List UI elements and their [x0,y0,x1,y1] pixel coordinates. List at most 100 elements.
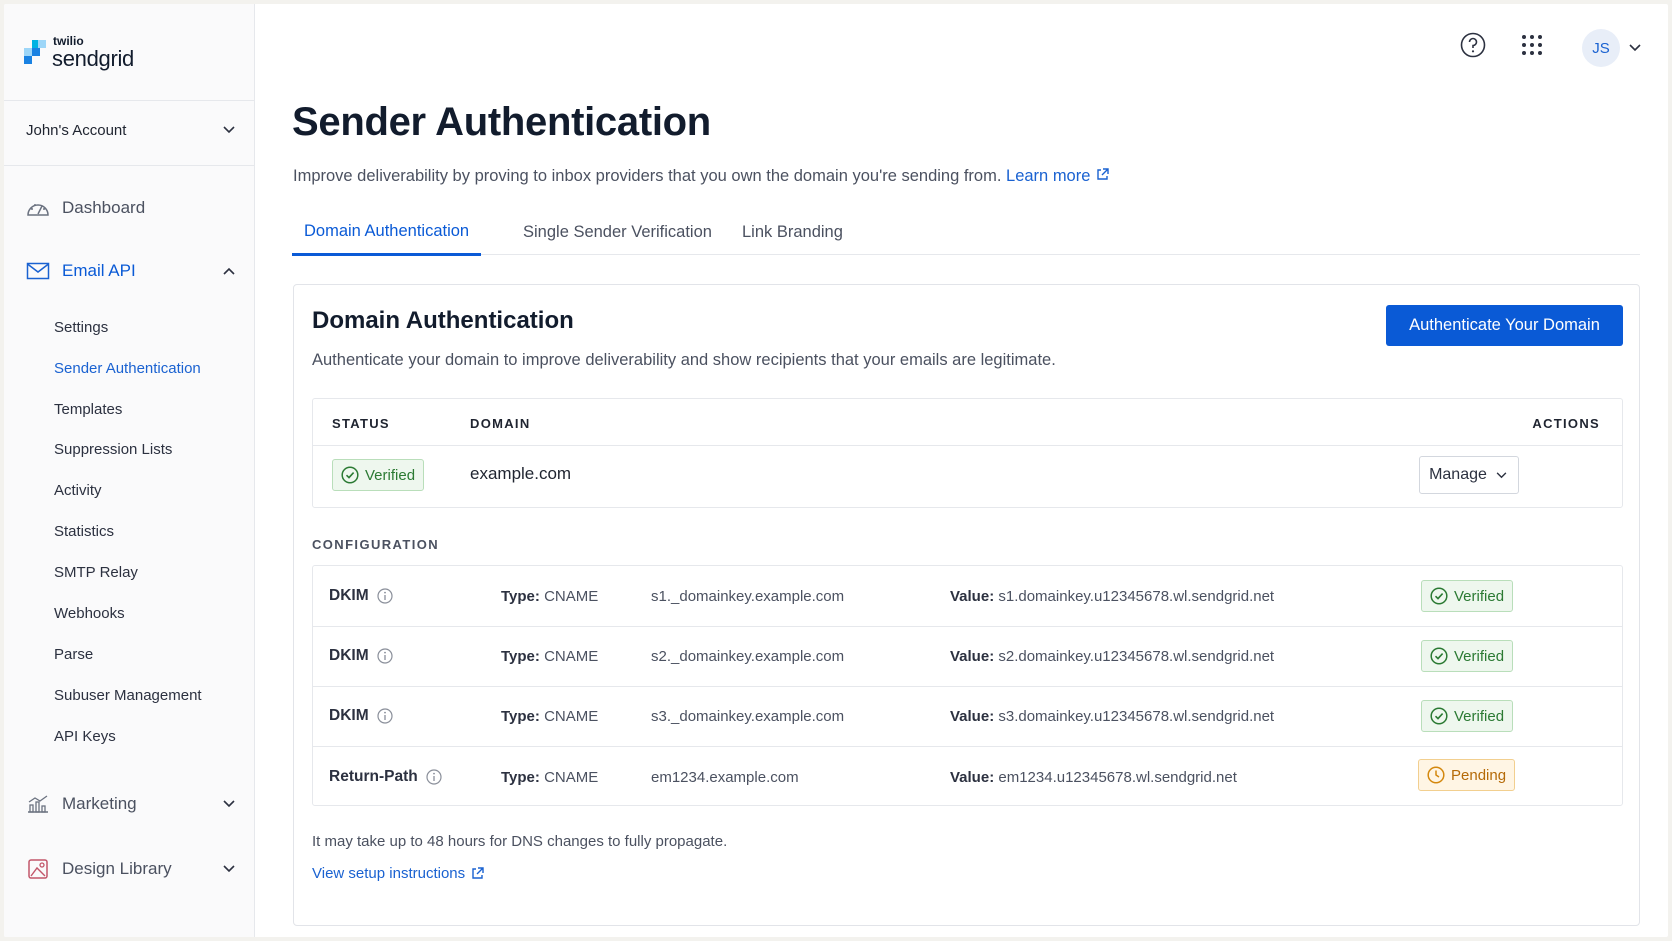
page-title: Sender Authentication [292,100,711,144]
tab-bar: Domain Authentication Single Sender Veri… [292,209,1640,256]
view-setup-instructions-link[interactable]: View setup instructions [312,865,484,882]
type-label: Type: [501,708,540,725]
sidebar-item-subuser-management[interactable]: Subuser Management [54,683,244,707]
sidebar-item-parse[interactable]: Parse [54,642,244,666]
sendgrid-logo-icon [24,40,46,64]
nav-dashboard[interactable]: Dashboard [26,194,236,222]
record-type: DKIM [329,587,393,605]
divider [313,445,1622,446]
status-label: Pending [1451,766,1507,784]
type-label: Type: [501,648,540,665]
sidebar-item-api-keys[interactable]: API Keys [54,724,244,748]
sidebar: twilio sendgrid John's Account Dashboard… [4,4,255,937]
record-type: DKIM [329,647,393,665]
app-window: twilio sendgrid John's Account Dashboard… [4,4,1668,937]
header-actions: ACTIONS [1532,416,1600,431]
configuration-table: DKIM Type: CNAME s1._domainkey.example.c… [312,565,1623,806]
status-label: Verified [1454,707,1505,725]
nav-marketing[interactable]: Marketing [26,790,236,818]
record-name: Return-Path [329,768,418,785]
record-value-field: Value: s1.domainkey.u12345678.wl.sendgri… [950,588,1274,605]
tab-link-branding[interactable]: Link Branding [730,209,855,255]
external-link-icon [471,867,484,880]
info-icon[interactable] [426,769,442,785]
propagation-note: It may take up to 48 hours for DNS chang… [312,833,728,850]
help-button[interactable] [1458,32,1488,62]
card-title: Domain Authentication [312,307,574,334]
sidebar-item-settings[interactable]: Settings [54,315,244,339]
chevron-down-icon [1495,468,1509,482]
account-switcher[interactable]: John's Account [26,118,236,142]
speedometer-icon [26,196,50,220]
tab-domain-authentication[interactable]: Domain Authentication [292,209,482,256]
status-badge: Verified [1421,580,1514,612]
record-type-field: Type: CNAME [501,588,598,605]
domain-table: STATUS DOMAIN ACTIONS Verified example.c… [312,398,1623,508]
record-value: s2.domainkey.u12345678.wl.sendgrid.net [998,648,1275,665]
header-domain: DOMAIN [470,416,531,431]
status-badge: Pending [1418,759,1516,791]
status-label: Verified [1454,587,1505,605]
image-icon [26,857,50,881]
record-name: DKIM [329,707,369,724]
record-value: s3.domainkey.u12345678.wl.sendgrid.net [998,708,1275,725]
check-circle-icon [1430,587,1448,605]
sidebar-item-statistics[interactable]: Statistics [54,519,244,543]
sidebar-item-templates[interactable]: Templates [54,397,244,421]
setup-link-label: View setup instructions [312,865,466,882]
record-name: DKIM [329,587,369,604]
value-label: Value: [950,708,995,725]
type-value: CNAME [544,708,599,725]
record-host: s2._domainkey.example.com [651,648,845,665]
grid-icon [1521,34,1543,61]
record-value-field: Value: s3.domainkey.u12345678.wl.sendgri… [950,708,1274,725]
check-circle-icon [1430,647,1448,665]
info-icon[interactable] [377,588,393,604]
record-host: s1._domainkey.example.com [651,588,845,605]
nav-design-library-label: Design Library [62,859,172,878]
sidebar-item-activity[interactable]: Activity [54,478,244,502]
sidebar-item-smtp-relay[interactable]: SMTP Relay [54,560,244,584]
table-row: DKIM Type: CNAME s1._domainkey.example.c… [313,566,1622,626]
type-label: Type: [501,588,540,605]
apps-button[interactable] [1519,34,1545,60]
status-badge: Verified [1421,640,1514,672]
nav-design-library[interactable]: Design Library [26,855,236,883]
learn-more-link[interactable]: Learn more [1006,167,1110,185]
card-description: Authenticate your domain to improve deli… [312,351,1056,369]
status-badge: Verified [1421,700,1514,732]
sidebar-item-sender-authentication[interactable]: Sender Authentication [54,356,244,380]
logo-wordmark: sendgrid [52,45,134,71]
clock-icon [1427,766,1445,784]
type-value: CNAME [544,588,599,605]
status-label: Verified [365,466,416,484]
nav-email-api-label: Email API [62,261,136,280]
record-type-field: Type: CNAME [501,648,598,665]
sidebar-item-webhooks[interactable]: Webhooks [54,601,244,625]
record-value: s1.domainkey.u12345678.wl.sendgrid.net [998,588,1275,605]
sendgrid-logo[interactable]: twilio sendgrid [24,28,134,76]
nav-email-api[interactable]: Email API [26,257,236,285]
record-type: DKIM [329,707,393,725]
manage-dropdown[interactable]: Manage [1419,456,1519,494]
info-icon[interactable] [377,648,393,664]
type-value: CNAME [544,648,599,665]
authenticate-domain-button[interactable]: Authenticate Your Domain [1386,305,1623,346]
user-menu[interactable]: JS [1580,28,1644,68]
divider [4,100,255,101]
header-status: STATUS [332,416,390,431]
record-type-field: Type: CNAME [501,769,598,786]
tab-single-sender-verification[interactable]: Single Sender Verification [511,209,724,255]
divider [4,165,255,166]
record-value-field: Value: s2.domainkey.u12345678.wl.sendgri… [950,648,1274,665]
sidebar-item-suppression-lists[interactable]: Suppression Lists [54,437,244,461]
record-type-field: Type: CNAME [501,708,598,725]
avatar: JS [1582,29,1620,67]
domain-name: example.com [470,464,572,483]
table-row: Return-Path Type: CNAME em1234.example.c… [313,746,1622,806]
page-description-text: Improve deliverability by proving to inb… [293,167,1002,185]
configuration-label: CONFIGURATION [312,537,440,552]
chevron-down-icon [222,862,236,876]
question-circle-icon [1460,32,1486,63]
info-icon[interactable] [377,708,393,724]
